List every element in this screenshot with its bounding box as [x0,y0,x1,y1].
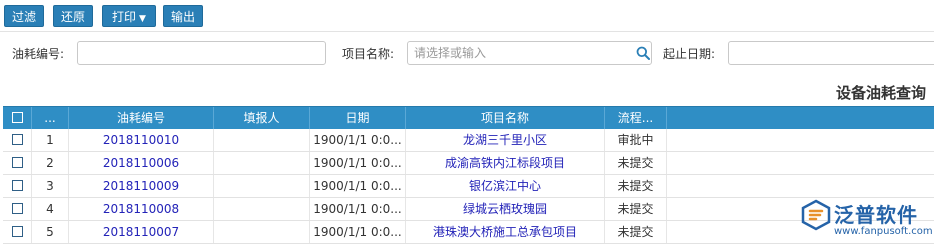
date-cell: 1900/1/1 0:0... [310,221,406,243]
row-number: 3 [32,175,69,197]
toolbar: 过滤 还原 打印 ▼ 输出 [0,0,934,33]
header-project[interactable]: 项目名称 [406,107,605,129]
reporter-cell [214,175,310,197]
reporter-cell [214,129,310,151]
search-icon[interactable] [636,46,650,60]
print-button[interactable]: 打印 ▼ [102,5,156,27]
caret-down-icon: ▼ [139,14,146,24]
reporter-cell [214,198,310,220]
brand-logo: 泛普软件 www.fanpusoft.com [798,193,934,244]
project-filter-label: 项目名称: [342,47,395,61]
print-button-label: 打印 [112,10,137,24]
table-row[interactable]: 5 2018110007 1900/1/1 0:0... 港珠澳大桥施工总承包项… [3,221,934,244]
header-select-all[interactable] [3,107,32,129]
code-link[interactable]: 2018110010 [69,129,214,151]
row-checkbox[interactable] [11,157,23,168]
code-link[interactable]: 2018110007 [69,221,214,243]
row-select[interactable] [3,175,32,197]
row-checkbox[interactable] [11,226,23,237]
date-cell: 1900/1/1 0:0... [310,152,406,174]
project-link[interactable]: 港珠澳大桥施工总承包项目 [406,221,605,243]
code-link[interactable]: 2018110009 [69,175,214,197]
row-number: 2 [32,152,69,174]
row-select[interactable] [3,221,32,243]
date-cell: 1900/1/1 0:0... [310,175,406,197]
reporter-cell [214,221,310,243]
reset-button[interactable]: 还原 [53,5,93,27]
toolbar-divider [0,31,934,32]
status-cell: 未提交 [605,152,667,174]
row-number: 5 [32,221,69,243]
code-filter-input[interactable] [77,41,326,65]
export-button-label: 输出 [170,10,195,24]
brand-url: www.fanpusoft.com [834,226,933,237]
date-filter-input[interactable] [728,41,934,65]
table-row[interactable]: 2 2018110006 1900/1/1 0:0... 成渝高铁内江标段项目 … [3,152,934,175]
date-cell: 1900/1/1 0:0... [310,129,406,151]
row-select[interactable] [3,152,32,174]
code-link[interactable]: 2018110008 [69,198,214,220]
brand-name: 泛普软件 [834,203,918,227]
page-title: 设备油耗查询 [835,84,926,102]
code-link[interactable]: 2018110006 [69,152,214,174]
project-filter-input[interactable] [407,41,652,65]
brand-logo-icon [801,199,831,231]
header-status[interactable]: 流程... [605,107,667,129]
row-select[interactable] [3,129,32,151]
table-row[interactable]: 4 2018110008 1900/1/1 0:0... 绿城云栖玫瑰园 未提交 [3,198,934,221]
row-select[interactable] [3,198,32,220]
filter-button[interactable]: 过滤 [4,5,44,27]
status-cell: 未提交 [605,221,667,243]
row-checkbox[interactable] [11,134,23,145]
row-checkbox[interactable] [11,180,23,191]
table-row[interactable]: 1 2018110010 1900/1/1 0:0... 龙湖三千里小区 审批中 [3,129,934,152]
project-link[interactable]: 成渝高铁内江标段项目 [406,152,605,174]
reporter-cell [214,152,310,174]
header-date[interactable]: 日期 [310,107,406,129]
project-link[interactable]: 绿城云栖玫瑰园 [406,198,605,220]
header-code[interactable]: 油耗编号 [69,107,214,129]
status-cell: 未提交 [605,198,667,220]
filter-button-label: 过滤 [11,10,36,24]
select-all-checkbox[interactable] [11,112,23,123]
status-cell: 未提交 [605,175,667,197]
export-button[interactable]: 输出 [163,5,203,27]
table-row[interactable]: 3 2018110009 1900/1/1 0:0... 银亿滨江中心 未提交 [3,175,934,198]
row-number: 4 [32,198,69,220]
row-number: 1 [32,129,69,151]
date-cell: 1900/1/1 0:0... [310,198,406,220]
header-reporter[interactable]: 填报人 [214,107,310,129]
grid-header: ... 油耗编号 填报人 日期 项目名称 流程... [3,106,934,129]
project-link[interactable]: 龙湖三千里小区 [406,129,605,151]
status-cell: 审批中 [605,129,667,151]
row-checkbox[interactable] [11,203,23,214]
reset-button-label: 还原 [60,10,85,24]
date-filter-label: 起止日期: [663,47,716,61]
project-link[interactable]: 银亿滨江中心 [406,175,605,197]
code-filter-label: 油耗编号: [12,47,65,61]
header-row-number[interactable]: ... [32,107,69,129]
